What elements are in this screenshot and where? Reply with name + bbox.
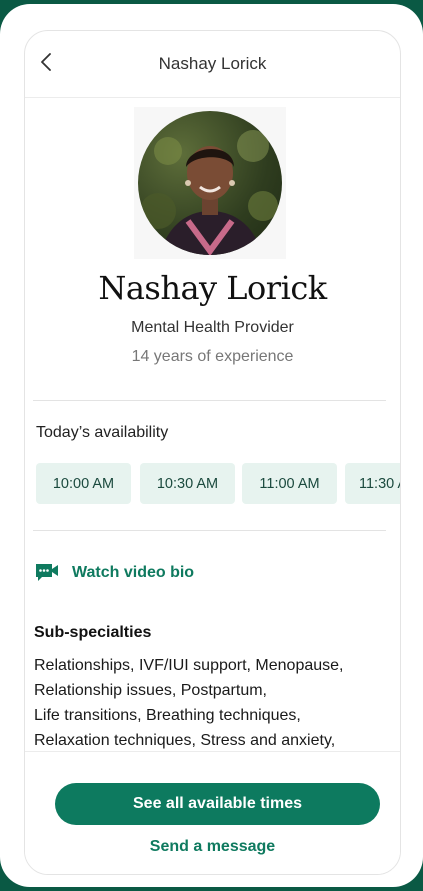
page-title: Nashay Lorick [158, 54, 267, 73]
time-slots-carousel[interactable]: 10:00 AM 10:30 AM 11:00 AM 11:30 AM [36, 463, 400, 507]
watch-video-bio-label: Watch video bio [72, 564, 195, 581]
subspecialties-line: Relationship issues, Postpartum, [34, 682, 267, 699]
see-all-times-button[interactable]: See all available times [55, 783, 380, 825]
subspecialties-line: Relationships, IVF/IUI support, Menopaus… [34, 657, 344, 674]
divider [33, 400, 386, 401]
watch-video-bio-link[interactable]: Watch video bio [34, 562, 194, 584]
provider-experience: 14 years of experience [131, 348, 294, 365]
avatar-photo [140, 130, 278, 255]
app-screen: Nashay Lorick Nashay Lorick Mental Healt… [24, 30, 401, 875]
avatar [138, 111, 282, 255]
time-slot[interactable]: 11:30 AM [345, 463, 400, 504]
send-message-link[interactable]: Send a message [25, 838, 400, 856]
time-slot[interactable]: 11:00 AM [242, 463, 337, 504]
top-bar: Nashay Lorick [25, 31, 400, 98]
video-chat-icon [36, 564, 58, 581]
subspecialties-list: Relationships, IVF/IUI support, Menopaus… [34, 653, 379, 753]
subspecialties-title: Sub-specialties [34, 624, 152, 641]
subspecialties-line: Relaxation techniques, Stress and anxiet… [34, 732, 336, 749]
subspecialties-line: Life transitions, Breathing techniques, [34, 707, 301, 724]
time-slot[interactable]: 10:30 AM [140, 463, 235, 504]
time-slot[interactable]: 10:00 AM [36, 463, 131, 504]
provider-name: Nashay Lorick [98, 269, 327, 307]
provider-role: Mental Health Provider [131, 319, 294, 336]
bottom-action-bar: See all available times Send a message [25, 751, 400, 874]
divider [33, 530, 386, 531]
device-frame: Nashay Lorick Nashay Lorick Mental Healt… [0, 4, 423, 887]
availability-title: Today’s availability [36, 424, 169, 441]
